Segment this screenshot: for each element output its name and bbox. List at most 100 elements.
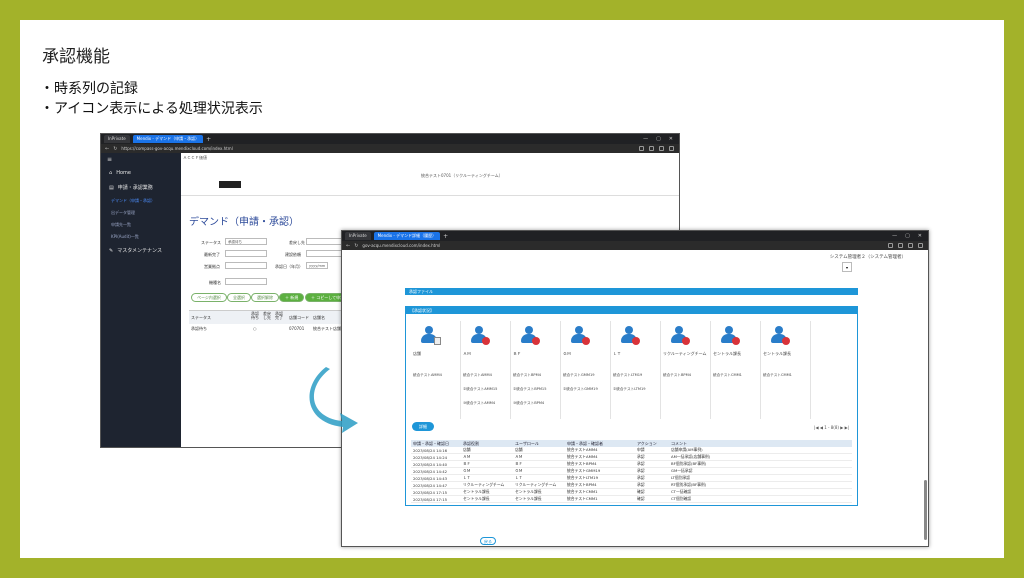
history-column-header[interactable]: アクション — [637, 441, 671, 447]
slide-title: 承認機能 — [42, 47, 110, 67]
category-label: 建設依頼 — [285, 252, 301, 257]
collections-icon[interactable] — [649, 146, 654, 151]
user-label[interactable]: 統合テスト0701（リクルーティングチーム） — [421, 173, 503, 179]
select-all-button[interactable]: 全選択 — [227, 293, 251, 302]
minimize-icon[interactable]: — — [643, 136, 648, 142]
sidebar-sub-kpi[interactable]: KPI(Audit)一覧 — [101, 231, 181, 243]
new-button[interactable]: ＋ 新規 — [279, 293, 305, 302]
person-approved-icon — [471, 326, 490, 345]
back-arrow-icon[interactable]: ← — [105, 146, 109, 152]
model-select[interactable] — [225, 278, 267, 285]
history-cell: 2023/08/24 14:24 — [413, 454, 448, 460]
history-column-header[interactable]: コメント — [671, 441, 852, 447]
tab-inprivate[interactable]: InPrivate — [104, 135, 130, 143]
minimize-icon[interactable]: — — [892, 233, 897, 239]
pager-count: 1 - 8(8) — [824, 425, 839, 430]
tab-demand-detail[interactable]: Mendix - デマンド詳細（履歴） — [373, 232, 441, 240]
approve-label: 最新完了 — [204, 252, 220, 257]
sidebar-sub-list[interactable]: 申請先一覧 — [101, 219, 181, 231]
sidebar-sub-data[interactable]: 出データ管理 — [101, 207, 181, 219]
history-column-header[interactable]: 申請・承認・確認者 — [567, 441, 637, 447]
url-field[interactable]: https://compass-gov-acqu.mendixcloud.com… — [121, 146, 251, 151]
step-label: ＬＴ — [613, 351, 621, 356]
step-label: セントラル課長 — [713, 351, 741, 356]
table-row[interactable]: 2023/08/24 14:42 ＧＭ ＧＭ 統合テストGMM19 承認 GM一括承認 — [411, 468, 852, 475]
select-page-button[interactable]: ページ内選択 — [191, 293, 227, 302]
step-user: 統合テストCMM1 — [713, 373, 742, 377]
request-select[interactable] — [306, 238, 344, 245]
request-label: 差戻し先 — [289, 240, 305, 245]
back-arrow-icon[interactable]: ← — [346, 243, 350, 249]
sidebar-item-maintenance[interactable]: ✎ マスタメンテナンス — [101, 243, 181, 258]
back-button[interactable]: 戻る — [480, 537, 496, 545]
history-cell: 承認 — [637, 461, 645, 466]
table-row[interactable]: 2023/08/24 14:47 リクルーティングチーム リクルーティングチーム 統合… — [411, 482, 852, 489]
tab-inprivate[interactable]: InPrivate — [345, 232, 371, 240]
breadcrumb: ＡＣＣＦ価値 — [183, 155, 207, 160]
history-cell: リクルーティングチーム — [515, 482, 557, 487]
sales-input[interactable] — [225, 262, 267, 269]
deselect-button[interactable]: 選択解除 — [251, 293, 279, 302]
sidebar-item-approval[interactable]: ▤ 申請・承認業務 — [101, 180, 181, 195]
collections-icon[interactable] — [898, 243, 903, 248]
step-user: ②統合テストLTM19 — [613, 387, 646, 391]
table-row[interactable]: 2023/08/24 17:15 セントラル課長 セントラル課長 統合テストCMM1 確… — [411, 489, 852, 496]
extensions-icon[interactable] — [908, 243, 913, 248]
table-row[interactable]: 2023/08/24 14:40 ＢＦ ＢＦ 統合テストBPM4 承認 BF個別承認(BF… — [411, 461, 852, 468]
history-cell: ＬＴ — [515, 475, 523, 480]
attachment-bar[interactable]: 承認ファイル — [405, 288, 858, 295]
table-row[interactable]: 2023/08/24 14:43 ＬＴ ＬＴ 統合テストLTM19 承認 LT個別承認 — [411, 475, 852, 482]
history-column-header[interactable]: 承認役割 — [463, 441, 515, 447]
new-tab-icon[interactable]: + — [206, 136, 211, 143]
menu-icon[interactable] — [918, 243, 923, 248]
detail-button[interactable]: 詳細 — [412, 422, 434, 431]
sidebar-item-home[interactable]: ⌂ Home — [101, 166, 181, 180]
hamburger-icon[interactable]: ≡ — [101, 153, 181, 166]
history-column-header[interactable]: ユーザロール — [515, 441, 567, 447]
menu-icon[interactable] — [669, 146, 674, 151]
extensions-icon[interactable] — [659, 146, 664, 151]
history-column-header[interactable]: 申請・承認・確認日 — [411, 441, 463, 447]
refresh-icon[interactable]: ↻ — [354, 243, 358, 249]
step-user: 統合テストAMM4 — [463, 373, 492, 377]
scrollbar[interactable] — [924, 480, 927, 540]
history-cell: ＡＭ — [463, 454, 471, 459]
close-icon[interactable]: ✕ — [669, 136, 673, 142]
history-cell: ＬＴ — [463, 475, 471, 480]
logo-block — [219, 181, 241, 188]
refresh-icon[interactable]: ↻ — [113, 146, 117, 152]
history-cell: 店舗 — [463, 447, 471, 452]
approval-step: セントラル課長 統合テストCMM1 — [711, 321, 761, 419]
status-select[interactable]: 承認待ち — [225, 238, 267, 245]
sidebar-sub-demand[interactable]: デマンド（申請・承認） — [101, 195, 181, 207]
user-dropdown[interactable]: ▾ — [842, 262, 852, 272]
history-cell: 2023/08/24 17:15 — [413, 496, 448, 502]
date-input[interactable]: yyyy/mm — [306, 262, 328, 269]
history-cell: LT個別承認 — [671, 475, 691, 480]
maximize-icon[interactable]: ▢ — [656, 136, 661, 142]
step-user: 統合テストBPM4 — [663, 373, 691, 377]
new-tab-icon[interactable]: + — [443, 233, 448, 240]
sidebar-item-label: 申請・承認業務 — [117, 185, 153, 191]
approve-select[interactable] — [225, 250, 267, 257]
step-user: 統合テストLTM19 — [613, 373, 643, 377]
history-cell: 申請 — [637, 447, 645, 452]
history-cell: 2023/08/24 14:43 — [413, 475, 448, 481]
history-cell: セントラル課長 — [515, 496, 542, 501]
close-icon[interactable]: ✕ — [918, 233, 922, 239]
category-select[interactable] — [306, 250, 344, 257]
status-label: ステータス — [201, 240, 221, 245]
approval-step: ＡＭ 統合テストAMM4 ②統合テストAMM15 ③統合テストAMM4 — [461, 321, 511, 419]
favorite-icon[interactable] — [639, 146, 644, 151]
table-row[interactable]: 2023/08/24 17:15 セントラル課長 セントラル課長 統合テストCMM1 確… — [411, 496, 852, 503]
url-field[interactable]: gov-acqu.mendixcloud.com/index.html — [362, 243, 492, 248]
table-row[interactable]: 2023/08/24 14:24 ＡＭ ＡＭ 統合テストAMM4 承認 AM一括承認(店舗… — [411, 454, 852, 461]
user-label[interactable]: システム管理者２（システム管理者） — [830, 254, 906, 260]
tab-demand[interactable]: Mendix - デマンド（申請・承認） — [132, 135, 204, 143]
maximize-icon[interactable]: ▢ — [905, 233, 910, 239]
history-cell: ＧＭ — [463, 468, 471, 473]
table-row[interactable]: 2023/08/24 14:16 店舗 店舗 統合テストAMM4 申請 店舗申請(AM事例… — [411, 447, 852, 454]
panel-title[interactable]: 【承認状況】 — [406, 307, 857, 314]
favorite-icon[interactable] — [888, 243, 893, 248]
history-cell: AM一括承認(店舗事例) — [671, 454, 711, 459]
